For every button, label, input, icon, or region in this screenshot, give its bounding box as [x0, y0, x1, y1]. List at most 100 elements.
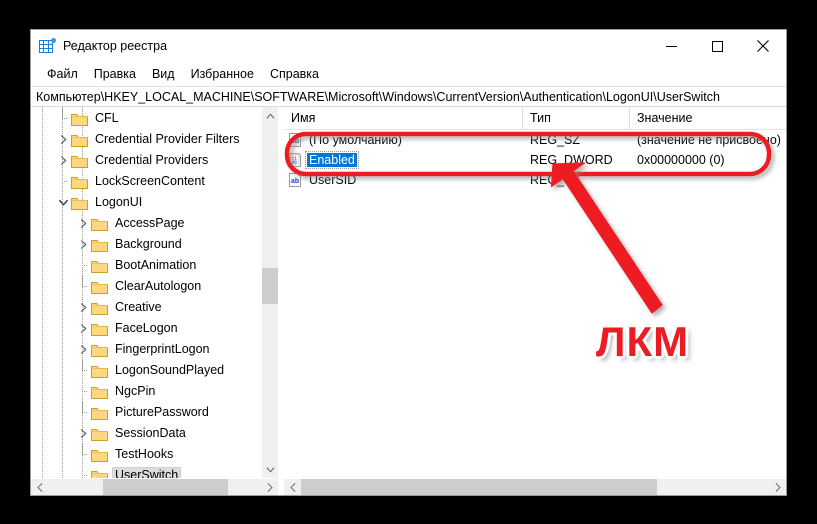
- tree-item-label: BootAnimation: [115, 258, 197, 272]
- tree-item-label: Credential Provider Filters: [95, 132, 240, 146]
- tree-item-label: LogonSoundPlayed: [115, 363, 225, 377]
- folder-icon: [91, 343, 108, 357]
- folder-icon: [91, 427, 108, 441]
- tree-hscroll-thumb[interactable]: [103, 479, 228, 495]
- folder-icon: [91, 385, 108, 399]
- minimize-button[interactable]: [648, 30, 694, 62]
- close-button[interactable]: [740, 30, 786, 62]
- value-name-text: Enabled: [305, 151, 359, 169]
- tree-connector: [75, 465, 91, 478]
- tree-scroll-up-button[interactable]: [262, 107, 278, 124]
- tree-item-credential-provider-filters[interactable]: Credential Provider Filters: [31, 129, 261, 150]
- value-row[interactable]: 011 100 Enabled REG_DWORD 0x00000000 (0): [284, 150, 786, 170]
- folder-icon: [91, 448, 108, 462]
- values-list[interactable]: ab (По умолчанию) REG_SZ (значение не присв…: [284, 130, 786, 478]
- folder-icon: [71, 154, 88, 168]
- menu-bar: Файл Правка Вид Избранное Справка: [31, 62, 786, 86]
- maximize-button[interactable]: [694, 30, 740, 62]
- value-name-text: (По умолчанию): [309, 133, 402, 147]
- chevron-right-icon[interactable]: [75, 216, 91, 232]
- registry-tree[interactable]: CFL Credential Provider Filters Credential…: [31, 107, 261, 478]
- values-horizontal-scrollbar[interactable]: [284, 478, 786, 495]
- column-header-name[interactable]: Имя: [284, 107, 523, 129]
- tree-item-fingerprintlogon[interactable]: FingerprintLogon: [31, 339, 261, 360]
- tree-item-sessiondata[interactable]: SessionData: [31, 423, 261, 444]
- callout-text-lkm: ЛКМ: [596, 318, 690, 365]
- values-hscroll-thumb[interactable]: [301, 479, 657, 495]
- tree-item-logonsoundplayed[interactable]: LogonSoundPlayed: [31, 360, 261, 381]
- column-header-value[interactable]: Значение: [630, 107, 786, 129]
- tree-connector: [75, 276, 91, 297]
- tree-connector: [75, 360, 91, 381]
- menu-item-favorites[interactable]: Избранное: [183, 65, 262, 83]
- tree-item-bootanimation[interactable]: BootAnimation: [31, 255, 261, 276]
- tree-item-picturepassword[interactable]: PicturePassword: [31, 402, 261, 423]
- tree-item-clearautologon[interactable]: ClearAutologon: [31, 276, 261, 297]
- tree-item-testhooks[interactable]: TestHooks: [31, 444, 261, 465]
- tree-item-label: Credential Providers: [95, 153, 209, 167]
- folder-icon: [91, 364, 108, 378]
- dword-value-icon: 011 100: [287, 152, 303, 168]
- svg-text:100: 100: [289, 160, 298, 166]
- tree-item-facelogon[interactable]: FaceLogon: [31, 318, 261, 339]
- chevron-right-icon[interactable]: [75, 342, 91, 358]
- tree-connector: [55, 171, 71, 192]
- tree-scroll-thumb[interactable]: [262, 268, 278, 304]
- menu-item-view[interactable]: Вид: [144, 65, 183, 83]
- tree-item-logonui[interactable]: LogonUI: [31, 192, 261, 213]
- tree-connector: [75, 402, 91, 423]
- value-type-cell: REG_SZ: [530, 173, 581, 187]
- registry-values-pane: Имя Тип Значение ab (По умолчанию) REG_SZ (…: [284, 107, 786, 495]
- value-name-cell: ab (По умолчанию): [284, 132, 523, 148]
- folder-icon: [71, 196, 88, 210]
- tree-scroll-track[interactable]: [262, 124, 278, 461]
- tree-item-ngcpin[interactable]: NgcPin: [31, 381, 261, 402]
- tree-item-cfl[interactable]: CFL: [31, 108, 261, 129]
- menu-item-file[interactable]: Файл: [39, 65, 86, 83]
- folder-icon: [71, 133, 88, 147]
- values-hscroll-track[interactable]: [301, 479, 769, 495]
- values-hscroll-left-button[interactable]: [284, 479, 301, 495]
- tree-connector: [75, 255, 91, 276]
- values-hscroll-right-button[interactable]: [769, 479, 786, 495]
- tree-scroll-down-button[interactable]: [262, 461, 278, 478]
- column-header-type[interactable]: Тип: [523, 107, 630, 129]
- tree-hscroll-left-button[interactable]: [31, 479, 48, 495]
- tree-item-label: LockScreenContent: [95, 174, 205, 188]
- chevron-right-icon[interactable]: [75, 321, 91, 337]
- tree-hscroll-right-button[interactable]: [261, 479, 278, 495]
- folder-icon: [91, 301, 108, 315]
- tree-item-label: ClearAutologon: [115, 279, 202, 293]
- menu-item-help[interactable]: Справка: [262, 65, 327, 83]
- folder-icon: [91, 469, 108, 478]
- registry-editor-window: Редактор реестра Файл Правка Вид Избранн…: [30, 29, 787, 496]
- tree-vertical-scrollbar[interactable]: [261, 107, 278, 478]
- tree-item-label: Background: [115, 237, 182, 251]
- menu-item-edit[interactable]: Правка: [86, 65, 144, 83]
- string-value-icon: ab: [287, 172, 303, 188]
- tree-connector: [75, 444, 91, 465]
- chevron-right-icon[interactable]: [55, 132, 71, 148]
- value-row[interactable]: ab UserSID REG_SZ: [284, 170, 786, 190]
- chevron-right-icon[interactable]: [55, 153, 71, 169]
- tree-horizontal-scrollbar[interactable]: [31, 478, 278, 495]
- tree-item-creative[interactable]: Creative: [31, 297, 261, 318]
- tree-hscroll-track[interactable]: [48, 479, 261, 495]
- address-bar[interactable]: Компьютер\HKEY_LOCAL_MACHINE\SOFTWARE\Mi…: [31, 86, 786, 107]
- tree-item-label: SessionData: [115, 426, 186, 440]
- value-data-cell: (значение не присвоено): [637, 133, 781, 147]
- tree-item-background[interactable]: Background: [31, 234, 261, 255]
- tree-item-label: CFL: [95, 111, 119, 125]
- tree-item-accesspage[interactable]: AccessPage: [31, 213, 261, 234]
- chevron-right-icon[interactable]: [75, 300, 91, 316]
- tree-item-lockscreencontent[interactable]: LockScreenContent: [31, 171, 261, 192]
- chevron-right-icon[interactable]: [75, 237, 91, 253]
- chevron-right-icon[interactable]: [75, 426, 91, 442]
- chevron-down-icon[interactable]: [55, 195, 71, 211]
- values-column-header: Имя Тип Значение: [284, 107, 786, 130]
- tree-item-userswitch[interactable]: UserSwitch: [31, 465, 261, 478]
- tree-item-label: PicturePassword: [115, 405, 209, 419]
- tree-item-credential-providers[interactable]: Credential Providers: [31, 150, 261, 171]
- tree-item-label: FaceLogon: [115, 321, 178, 335]
- value-row[interactable]: ab (По умолчанию) REG_SZ (значение не присв…: [284, 130, 786, 150]
